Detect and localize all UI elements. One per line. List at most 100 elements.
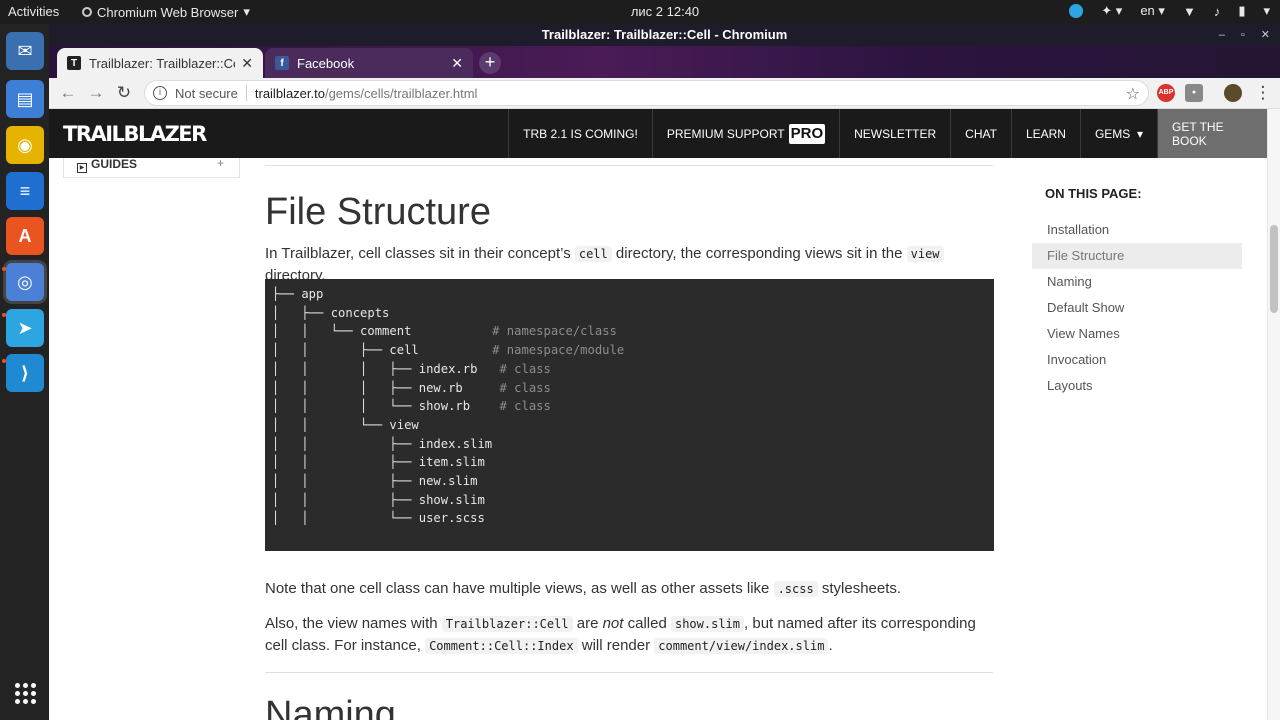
page-scrollbar[interactable] [1267, 109, 1280, 720]
tree-line: │ │ └── user.scss [272, 511, 485, 526]
nav-newsletter[interactable]: NEWSLETTER [839, 109, 950, 158]
thunderbird-icon[interactable]: ✉ [6, 32, 44, 70]
toc-list: Installation File Structure Naming Default … [1032, 217, 1242, 399]
telegram-icon[interactable]: ➤ [6, 309, 44, 347]
tab-facebook[interactable]: f Facebook ✕ [265, 48, 473, 78]
system-tray[interactable]: ✦ ▾ en ▾ ▼ ♪ ▮ ▾ [1069, 3, 1270, 19]
nav-chat[interactable]: CHAT [950, 109, 1011, 158]
tree-line: │ │ └── view [272, 417, 419, 432]
tree-line: │ ├── concepts [272, 305, 390, 320]
vscode-icon[interactable]: ⟩ [6, 354, 44, 392]
tree-line: │ │ ├── cell # namespace/module [272, 343, 625, 358]
show-applications-icon[interactable] [6, 674, 44, 712]
on-this-page-toc: ON THIS PAGE: Installation File Structure… [1032, 186, 1242, 399]
divider [265, 672, 993, 673]
guides-label: GUIDES [91, 158, 138, 171]
tab-trailblazer[interactable]: T Trailblazer: Trailblazer::Ce ✕ [57, 48, 263, 78]
expand-icon[interactable]: + [217, 158, 224, 170]
language-indicator[interactable]: en ▾ [1140, 3, 1165, 19]
nav-trb-coming[interactable]: TRB 2.1 IS COMING! [508, 109, 652, 158]
close-tab-icon[interactable]: ✕ [241, 55, 253, 72]
toc-title: ON THIS PAGE: [1045, 186, 1142, 201]
tree-line: │ │ ├── index.slim [272, 436, 493, 451]
separator [245, 85, 247, 101]
inline-code: view [906, 246, 944, 262]
telegram-tray-icon[interactable] [1069, 4, 1084, 18]
camera-icon[interactable]: ● [1185, 84, 1203, 102]
toc-item[interactable]: Invocation [1032, 347, 1242, 373]
running-indicator [2, 313, 6, 317]
tree-line: │ │ └── comment # namespace/class [272, 324, 617, 339]
site-menu: TRB 2.1 IS COMING! PREMIUM SUPPORT PRO NE… [508, 109, 1267, 158]
nav-gems[interactable]: GEMS ▾ [1079, 109, 1157, 158]
toc-item[interactable]: Installation [1032, 217, 1242, 243]
running-indicator [2, 267, 6, 271]
toc-item[interactable]: View Names [1032, 321, 1242, 347]
power-menu-icon[interactable]: ▾ [1263, 3, 1270, 19]
dock: ✉ ▤ ◉ ≡ A ◎ ➤ ⟩ [0, 24, 49, 720]
software-icon[interactable]: A [6, 217, 44, 255]
tree-line: ├── app [272, 287, 324, 301]
toc-item[interactable]: File Structure [1032, 243, 1242, 269]
os-top-bar: Activities Chromium Web Browser ▾ лис 2 … [0, 0, 1280, 24]
menu-dots-icon[interactable]: ⋮ [1252, 82, 1274, 104]
close-window-icon[interactable]: ✕ [1261, 24, 1270, 46]
get-the-book-button[interactable]: GET THE BOOK [1157, 109, 1267, 158]
toc-item[interactable]: Default Show [1032, 295, 1242, 321]
forward-icon[interactable]: → [85, 82, 107, 104]
new-tab-button[interactable]: + [479, 52, 501, 74]
battery-icon[interactable]: ▮ [1238, 3, 1245, 19]
profile-avatar[interactable] [1224, 84, 1242, 102]
tree-line: │ │ ├── item.slim [272, 455, 485, 470]
sidebar-guides[interactable]: ▶ GUIDES + [63, 158, 240, 178]
caret-down-icon: ▾ [1136, 126, 1143, 141]
tree-line: │ │ ├── new.slim [272, 474, 478, 489]
directory-tree: ├── app │ ├── concepts │ │ └── comment # n… [272, 285, 994, 528]
address-bar[interactable]: i Not secure trailblazer.to/gems/cells/t… [144, 80, 1149, 106]
writer-icon[interactable]: ≡ [6, 172, 44, 210]
section-heading: File Structure [265, 191, 491, 233]
play-icon: ▶ [77, 163, 87, 173]
view-names-paragraph: Also, the view names with Trailblazer::C… [265, 615, 976, 654]
minimize-icon[interactable]: – [1219, 24, 1225, 46]
reload-icon[interactable]: ↻ [113, 82, 135, 104]
inline-code: cell [574, 246, 612, 262]
window-title-bar: Trailblazer: Trailblazer::Cell - Chromiu… [49, 24, 1280, 46]
inline-code: Comment::Cell::Index [425, 638, 578, 654]
trailblazer-favicon-icon: T [67, 56, 81, 70]
url-host: trailblazer.to [254, 85, 325, 101]
rhythmbox-icon[interactable]: ◉ [6, 126, 44, 164]
note-paragraph: Note that one cell class can have multip… [265, 580, 902, 597]
chromium-icon[interactable]: ◎ [6, 263, 44, 301]
tree-line: │ │ ├── show.slim [272, 492, 485, 507]
window-title: Trailblazer: Trailblazer::Cell - Chromiu… [541, 27, 788, 42]
nav-premium-support[interactable]: PREMIUM SUPPORT PRO [651, 109, 839, 158]
facebook-favicon-icon: f [275, 56, 289, 70]
files-icon[interactable]: ▤ [6, 80, 44, 118]
running-indicator [2, 359, 6, 363]
page-content: ▶ GUIDES + File Structure In Trailblazer,… [49, 158, 1267, 720]
network-icon[interactable]: ▼ [1183, 4, 1196, 19]
site-logo[interactable]: TRAILBLAZER [63, 122, 207, 146]
browser-toolbar: ← → ↻ i Not secure trailblazer.to/gems/c… [49, 78, 1280, 109]
accessibility-icon[interactable]: ✦ ▾ [1101, 3, 1122, 19]
toc-item[interactable]: Naming [1032, 269, 1242, 295]
toc-item[interactable]: Layouts [1032, 373, 1242, 399]
close-tab-icon[interactable]: ✕ [451, 55, 463, 72]
scrollbar-thumb[interactable] [1270, 225, 1278, 313]
back-icon[interactable]: ← [57, 82, 79, 104]
maximize-icon[interactable]: ▫ [1241, 24, 1245, 46]
divider [265, 165, 993, 166]
inline-code: Trailblazer::Cell [441, 616, 573, 632]
nav-learn[interactable]: LEARN [1010, 109, 1080, 158]
inline-code: comment/view/index.slim [654, 638, 829, 654]
info-icon[interactable]: i [153, 86, 167, 100]
volume-icon[interactable]: ♪ [1214, 4, 1221, 19]
tree-line: │ │ │ └── show.rb # class [272, 399, 551, 414]
security-label: Not secure [175, 85, 238, 101]
next-section-heading: Naming [265, 694, 396, 720]
tree-line: │ │ │ ├── new.rb # class [272, 380, 551, 395]
adblock-icon[interactable]: ABP [1157, 84, 1175, 102]
tab-strip: T Trailblazer: Trailblazer::Ce ✕ f Faceb… [49, 46, 1280, 78]
bookmark-star-icon[interactable]: ☆ [1126, 84, 1140, 104]
